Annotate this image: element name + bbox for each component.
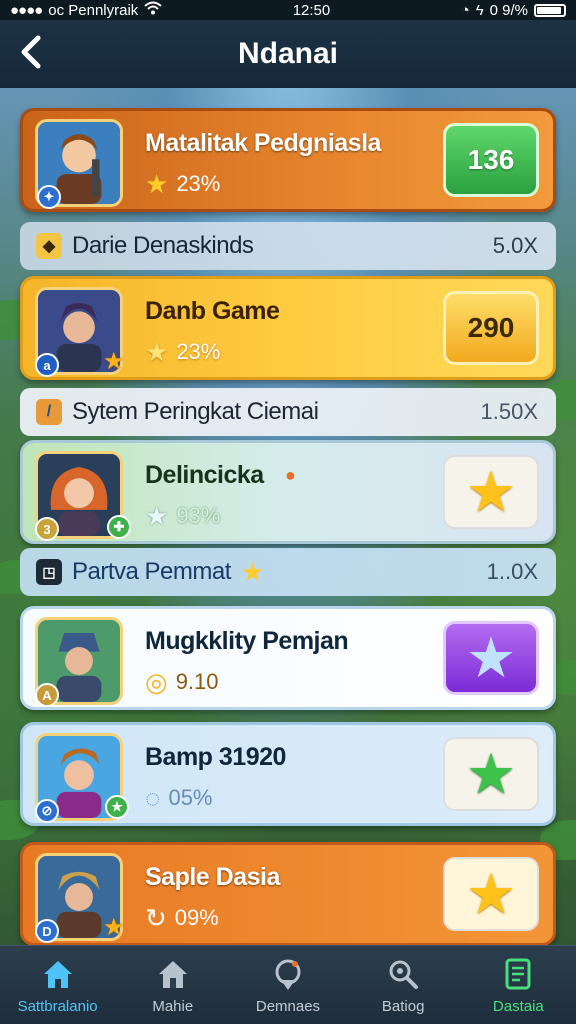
star-icon: ★ [468,464,514,520]
list-item[interactable]: 3 ✚ Delincicka ● ★ 93% ★ [20,440,556,544]
status-bar: ●●●● oc Pennlyraik 12:50 ◔ ϟ 0 9/% [0,0,576,20]
battery-icon [534,3,566,17]
level-badge: a [35,353,59,377]
section-header: ◆ Darie Denaskinds 5.0X [20,222,556,270]
wifi-icon [144,1,162,19]
flame-icon: ● [285,465,296,485]
player-stat: ★ 23% [145,171,220,197]
section-header: / Sytem Peringkat Ciemai 1.50X [20,388,556,436]
home-icon [43,960,72,988]
tab-search[interactable]: Batiog [346,956,461,1015]
level-badge: 3 [35,517,59,541]
star-icon: ★ [145,501,169,531]
stat-value: 23% [176,171,221,196]
tab-label: Dastaia [492,997,544,1015]
search-gear-icon [389,960,419,989]
star-icon: ★ [145,337,169,367]
location-icon [275,959,301,990]
circle-icon: ◌ [145,783,161,813]
section-multiplier: 5.0X [492,233,538,258]
tab-label: Mahie [152,997,194,1015]
list-item[interactable]: ⊘ ★ Bamp 31920 ◌ 05% ★ [20,722,556,826]
player-name: Saple Dasia [145,863,280,891]
level-badge: ⊘ [35,799,59,823]
battery-percent: 0 9/% [489,1,528,19]
status-time: 12:50 [292,1,331,19]
tab-house[interactable]: Mahie [115,956,230,1015]
alarm-icon: ◔ [460,1,470,19]
player-name: Delincicka [145,461,264,489]
stat-value: 23% [176,339,221,364]
level-badge: D [35,919,59,943]
player-stat: ◎ 9.10 [145,669,219,695]
star-icon: ★ [145,169,169,199]
level-badge: ✦ [37,185,61,209]
star-icon: ★ [103,348,125,375]
favorite-button[interactable]: ★ [443,455,539,529]
favorite-button[interactable]: ★ [443,737,539,811]
tab-label: Batiog [381,997,425,1015]
house-icon [158,960,187,988]
player-stat: ◌ 05% [145,785,213,811]
shield-icon: ★ [105,795,129,819]
stat-value: 05% [168,785,213,810]
player-name: Matalitak Pedgniasla [145,129,381,157]
section-multiplier: 1.50X [480,399,539,424]
back-button[interactable] [18,34,54,74]
chart-icon: ◳ [36,559,62,585]
player-stat: ★ 23% [145,339,220,365]
level-badge: A [35,683,59,707]
shield-icon: ✚ [107,515,131,539]
pen-icon: / [36,399,62,425]
list-item[interactable]: ✦ Matalitak Pedgniasla ★ 23% 136 [20,108,556,212]
star-icon: ★ [468,866,514,922]
page-title: Ndanai [237,37,339,70]
refresh-icon: ↻ [145,903,167,933]
bolt-icon: ϟ [475,1,484,19]
star-icon: ★ [240,556,265,587]
section-header: ◳ Partva Pemmat ★ 1..0X [20,548,556,596]
carrier-name: oc Pennlyraik [48,1,139,19]
star-icon: ★ [468,630,514,686]
chevron-left-icon [21,35,41,69]
list-item[interactable]: A Mugkklity Pemjan ◎ 9.10 ★ [20,606,556,710]
score-button[interactable]: 136 [443,123,539,197]
tab-location[interactable]: Demnaes [230,956,345,1015]
list-item[interactable]: a ★ Danb Game ★ 23% 290 [20,276,556,380]
coin-icon: ◎ [145,667,168,697]
stat-value: 09% [174,905,219,930]
tag-icon: ◆ [36,233,62,259]
tab-label: Sattbralanio [17,997,98,1015]
star-icon: ★ [468,746,514,802]
favorite-button[interactable]: ★ [443,857,539,931]
tab-label: Demnaes [255,997,321,1015]
player-stat: ★ 93% [145,503,220,529]
player-name: Danb Game [145,297,280,325]
stat-value: 93% [176,503,221,528]
list-item[interactable]: D ★ Saple Dasia ↻ 09% ★ [20,842,556,945]
tab-home[interactable]: Sattbralanio [0,956,115,1015]
stat-value: 9.10 [175,669,219,694]
tab-document[interactable]: Dastaia [461,956,576,1015]
section-label: Darie Denaskinds [72,232,254,259]
bottom-tab-bar: Sattbralanio Mahie Demnaes Batiog Dastai… [0,945,576,1024]
signal-dots-icon: ●●●● [10,1,43,19]
section-label: Partva Pemmat [72,558,231,585]
leaderboard-list: ✦ Matalitak Pedgniasla ★ 23% 136 ◆ Darie… [0,88,576,945]
score-button[interactable]: 290 [443,291,539,365]
section-label: Sytem Peringkat Ciemai [72,398,319,425]
document-icon [505,958,531,989]
player-name: Mugkklity Pemjan [145,627,349,655]
player-name: Bamp 31920 [145,743,286,771]
favorite-button[interactable]: ★ [443,621,539,695]
star-icon: ★ [103,914,125,941]
header: Ndanai [0,20,576,88]
section-multiplier: 1..0X [486,559,538,584]
player-stat: ↻ 09% [145,905,219,931]
